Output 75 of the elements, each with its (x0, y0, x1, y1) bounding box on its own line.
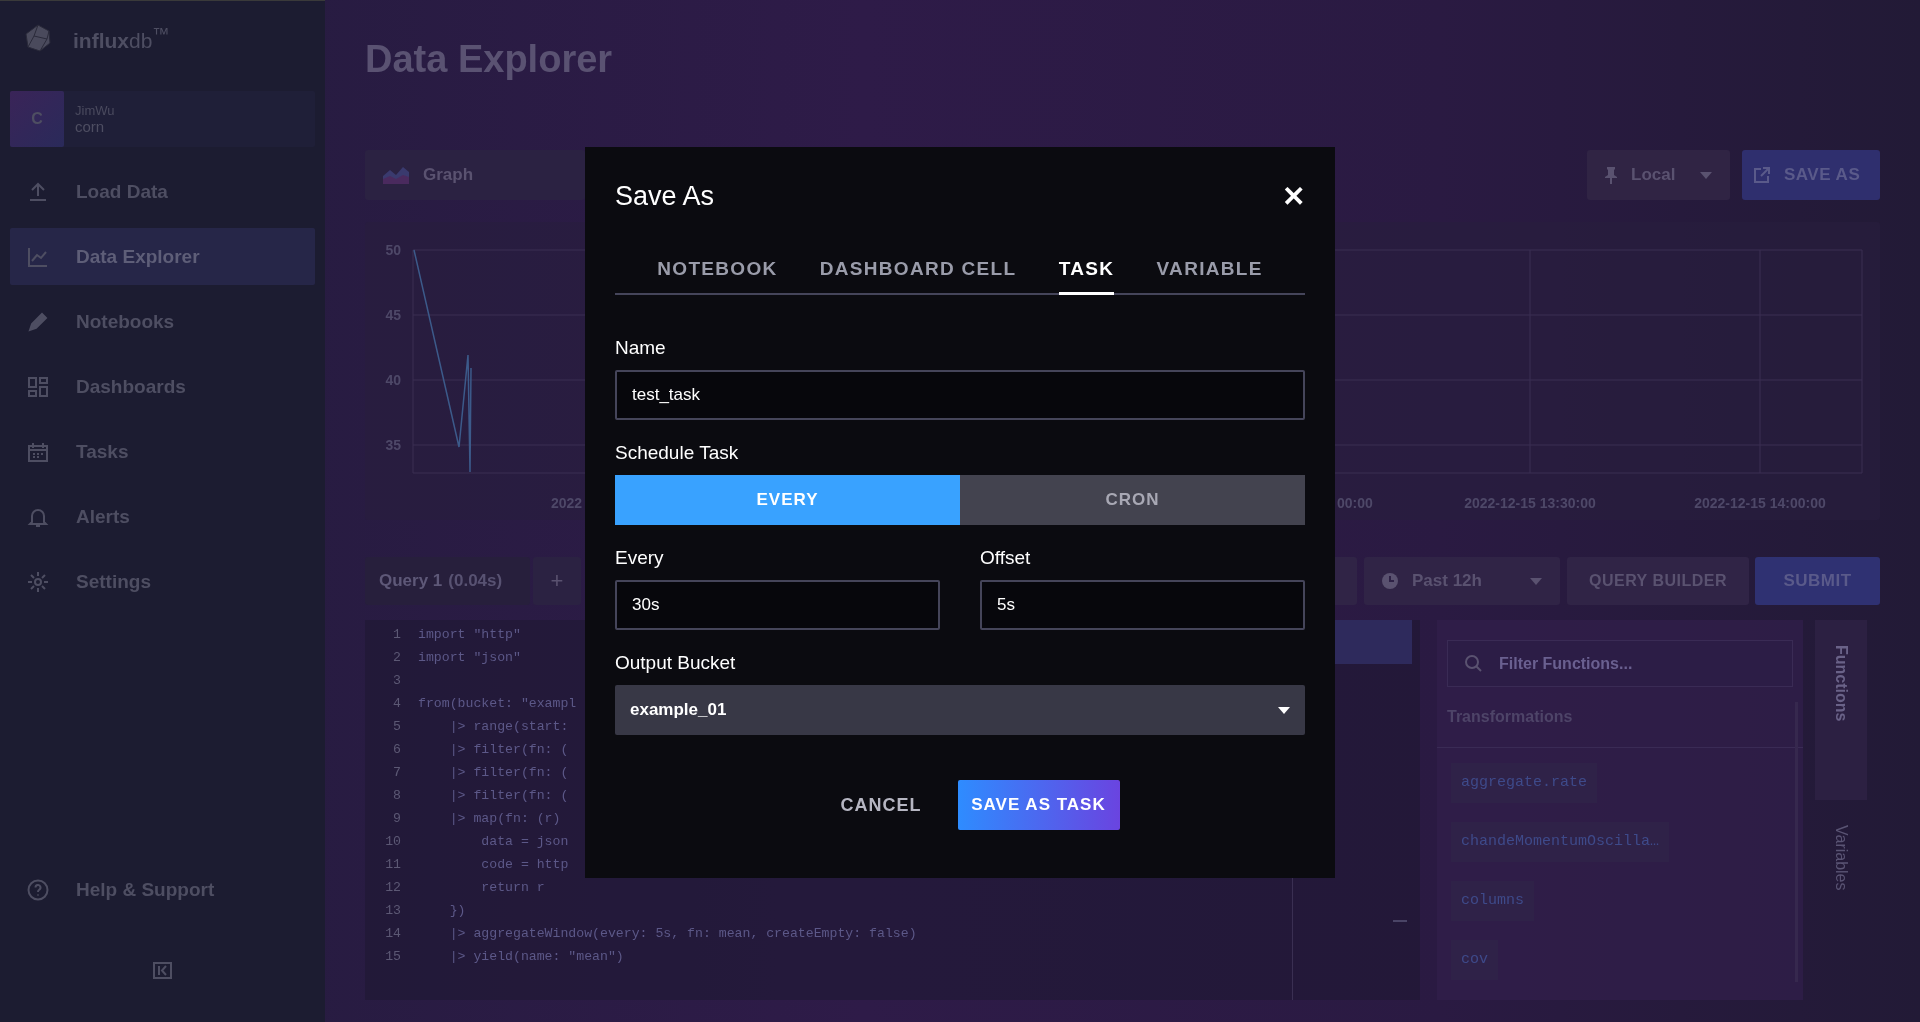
caret-icon (1700, 171, 1712, 179)
code-line: |> map(fn: (r) (448, 811, 561, 826)
caret-icon (1278, 706, 1290, 714)
caret-icon (1530, 577, 1542, 585)
line-number: 14 (384, 926, 402, 941)
every-field[interactable]: 30s (615, 580, 940, 630)
function-item[interactable]: cov (1451, 940, 1498, 980)
external-link-icon (1754, 167, 1770, 183)
side-tab[interactable]: Functions (1815, 620, 1867, 800)
code-line: from(bucket: "exampl (418, 696, 577, 711)
line-number: 2 (392, 650, 402, 665)
dialog-tab[interactable]: DASHBOARD CELL (819, 245, 1017, 295)
field-label: Output Bucket (615, 652, 737, 674)
dialog-tab[interactable]: VARIABLE (1156, 245, 1263, 295)
collapse-icon[interactable] (153, 961, 172, 979)
graph-icon (383, 166, 409, 184)
dialog-tab[interactable]: TASK (1058, 245, 1115, 295)
line-number: 6 (392, 742, 402, 757)
line-number: 7 (392, 765, 402, 780)
code-line: return r (480, 880, 545, 895)
grid-icon (27, 375, 49, 398)
chart-icon (27, 245, 49, 268)
function-item[interactable]: chandeMomentumOscilla… (1451, 822, 1670, 862)
line-number: 10 (384, 834, 402, 849)
side-tab[interactable]: Variables (1815, 800, 1867, 980)
save-as-task-button[interactable]: SAVE AS TASK (957, 780, 1120, 830)
code-line: code = http (480, 857, 569, 872)
schedule-option[interactable]: EVERY (615, 475, 960, 525)
add-query-button[interactable]: + (533, 557, 581, 605)
line-number: 4 (392, 696, 402, 711)
cancel-button[interactable]: CANCEL (800, 794, 922, 816)
line-number: 11 (384, 857, 402, 872)
line-number: 15 (384, 949, 402, 964)
line-number: 1 (392, 627, 402, 642)
filter-functions-field[interactable]: Filter Functions... (1447, 640, 1793, 687)
function-item[interactable]: aggregate.rate (1451, 763, 1598, 803)
field-label: Offset (980, 547, 1032, 569)
logo-icon (25, 24, 51, 52)
dialog-title: Save As (615, 180, 715, 212)
code-line: |> filter(fn: ( (448, 765, 569, 780)
nav-item[interactable]: Data Explorer (10, 228, 315, 285)
search-icon (1465, 655, 1482, 672)
help-icon (27, 878, 49, 901)
offset-field[interactable]: 5s (980, 580, 1305, 630)
pin-icon (1605, 166, 1617, 184)
line-number: 3 (392, 673, 402, 688)
clock-icon (1382, 573, 1398, 589)
line-number: 13 (384, 903, 402, 918)
gear-icon (27, 570, 49, 593)
line-number: 5 (392, 719, 402, 734)
bucket-dropdown[interactable]: example_01 (615, 685, 1305, 735)
line-number: 9 (392, 811, 402, 826)
pencil-icon (27, 310, 49, 333)
code-line: data = json (480, 834, 569, 849)
code-line: }) (448, 903, 466, 918)
code-line: |> filter(fn: ( (448, 788, 569, 803)
code-line: |> aggregateWindow(every: 5s, fn: mean, createEmpty: false) (448, 926, 917, 941)
code-line: import "json" (418, 650, 521, 665)
line-number: 12 (384, 880, 402, 895)
code-line: |> range(start: (448, 719, 569, 734)
code-line: |> filter(fn: ( (448, 742, 569, 757)
line-number: 8 (392, 788, 402, 803)
name-field[interactable]: test_task (615, 370, 1305, 420)
function-item[interactable]: columns (1451, 881, 1534, 921)
field-label: Every (615, 547, 665, 569)
scroll-marker (1393, 920, 1407, 922)
dialog-tab[interactable]: NOTEBOOK (657, 245, 778, 295)
close-button[interactable]: ✕ (1282, 179, 1305, 213)
field-label: Name (615, 337, 667, 359)
code-line: |> yield(name: "mean") (448, 949, 624, 964)
upload-icon (27, 180, 49, 203)
field-label: Schedule Task (615, 442, 740, 464)
code-line: import "http" (418, 627, 521, 642)
calendar-icon (27, 440, 49, 463)
schedule-option[interactable]: CRON (960, 475, 1305, 525)
